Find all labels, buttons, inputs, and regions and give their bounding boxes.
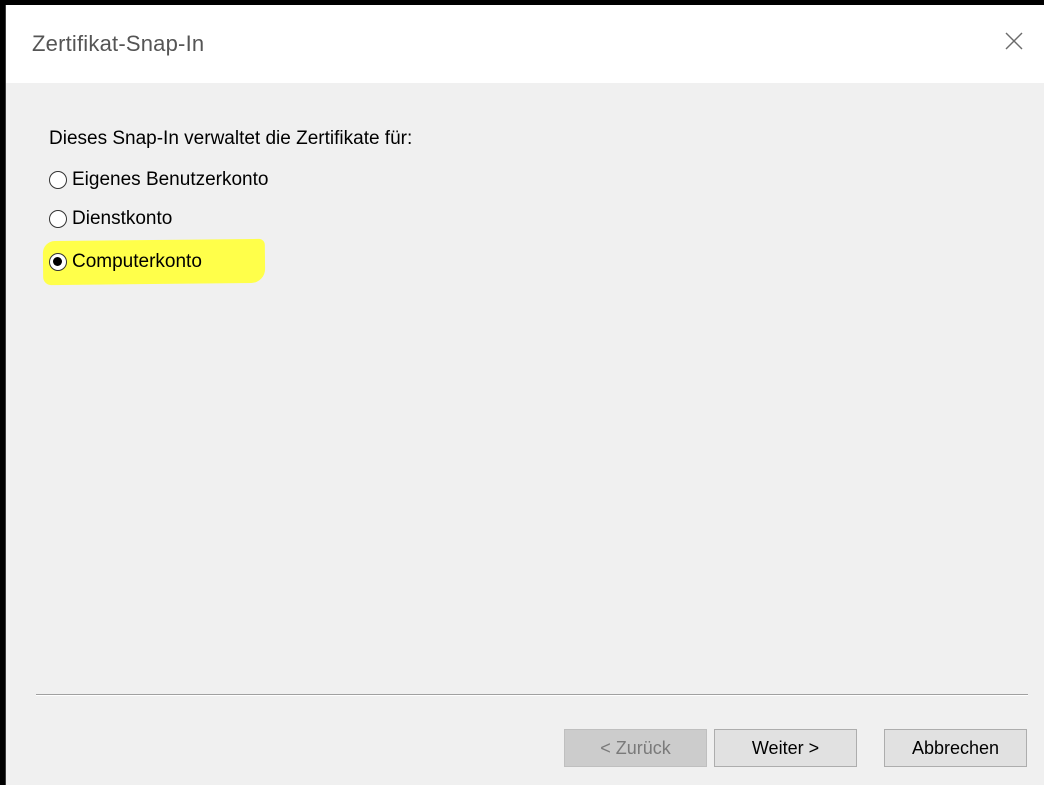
window-title: Zertifikat-Snap-In [32,31,205,56]
next-button[interactable]: Weiter > [714,729,857,767]
radio-option-computer-account[interactable]: Computerkonto [49,247,202,277]
title-bar: Zertifikat-Snap-In [6,5,1044,83]
dialog-window: Zertifikat-Snap-In Dieses Snap-In verwal… [5,5,1044,785]
dialog-content: Dieses Snap-In verwaltet die Zertifikate… [6,83,1044,785]
radio-button[interactable] [49,171,67,189]
radio-option-user-account[interactable]: Eigenes Benutzerkonto [49,165,268,195]
radio-label: Eigenes Benutzerkonto [72,169,269,190]
close-icon [1005,32,1023,50]
back-button[interactable]: < Zurück [564,729,707,767]
cancel-button[interactable]: Abbrechen [884,729,1027,767]
radio-option-service-account[interactable]: Dienstkonto [49,204,172,234]
close-button[interactable] [994,21,1034,61]
radio-button[interactable] [49,210,67,228]
radio-label: Dienstkonto [72,208,173,229]
prompt-label: Dieses Snap-In verwaltet die Zertifikate… [49,128,413,149]
radio-button-selected[interactable] [49,253,67,271]
radio-label: Computerkonto [72,251,202,272]
separator-line [36,694,1028,696]
